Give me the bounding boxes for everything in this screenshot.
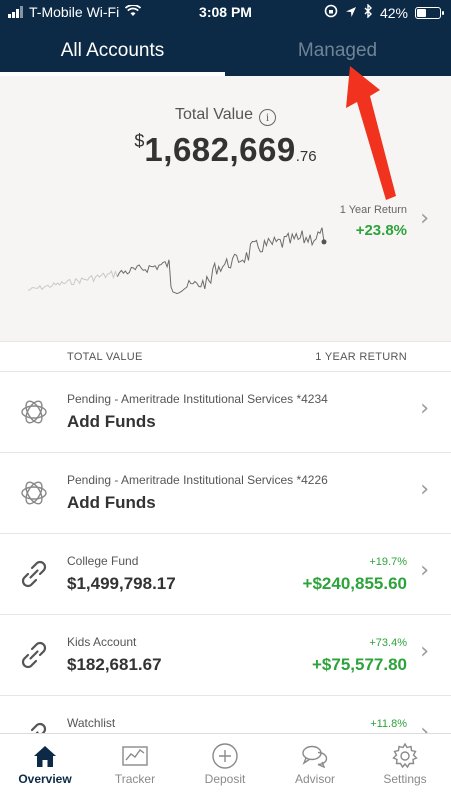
account-return-amount: +$75,577.80 <box>311 655 407 674</box>
account-title: Add Funds <box>67 412 156 431</box>
chevron-right-icon: › <box>420 477 429 502</box>
account-name: Kids Account <box>67 635 137 649</box>
orientation-lock-icon <box>324 4 338 21</box>
account-return-percent: +19.7% <box>369 556 407 568</box>
nav-label: Deposit <box>204 772 246 786</box>
link-icon <box>21 641 47 669</box>
gear-icon <box>392 742 418 769</box>
status-bar: T-Mobile Wi-Fi 3:08 PM 42% <box>0 0 451 26</box>
account-balance: $1,499,798.17 <box>67 574 176 593</box>
chat-bubbles-icon <box>302 745 328 769</box>
battery-icon <box>415 6 444 19</box>
tab-all-accounts[interactable]: All Accounts <box>0 26 225 76</box>
nav-label: Advisor <box>294 772 335 786</box>
total-value-label: Total Value <box>175 106 253 123</box>
annotation-arrow-icon <box>346 66 396 200</box>
nav-advisor[interactable]: Advisor <box>270 734 360 792</box>
nav-overview[interactable]: Overview <box>0 734 90 792</box>
bottom-tab-bar: Overview Tracker Deposit Advisor Setting… <box>0 733 451 792</box>
account-return-amount: +$240,855.60 <box>302 574 407 593</box>
account-balance: $182,681.67 <box>67 655 162 674</box>
bluetooth-icon <box>364 3 373 21</box>
account-name: College Fund <box>67 554 139 568</box>
account-row-college-fund[interactable]: College Fund $1,499,798.17 +19.7% +$240,… <box>0 534 451 615</box>
column-one-year-return: 1 YEAR RETURN <box>315 351 407 363</box>
one-year-return-value: +23.8% <box>355 222 407 239</box>
location-icon <box>345 5 357 21</box>
nav-label: Overview <box>18 772 72 786</box>
nav-tracker[interactable]: Tracker <box>90 734 180 792</box>
account-return-percent: +73.4% <box>369 637 407 649</box>
account-row-kids-account[interactable]: Kids Account $182,681.67 +73.4% +$75,577… <box>0 615 451 696</box>
currency-symbol: $ <box>134 131 145 151</box>
account-row-pending-4226[interactable]: Pending - Ameritrade Institutional Servi… <box>0 453 451 534</box>
nav-label: Tracker <box>114 772 156 786</box>
performance-sparkline[interactable] <box>24 198 330 308</box>
plus-circle-icon <box>212 743 238 769</box>
pending-funds-icon <box>21 481 47 505</box>
column-header: TOTAL VALUE 1 YEAR RETURN <box>0 341 451 372</box>
nav-settings[interactable]: Settings <box>360 734 450 792</box>
chevron-right-icon: › <box>420 396 429 421</box>
account-title: Add Funds <box>67 493 156 512</box>
account-return-percent: +11.8% <box>370 718 407 730</box>
chart-icon <box>122 746 148 766</box>
info-icon[interactable]: i <box>258 109 276 126</box>
one-year-return-label: 1 Year Return <box>339 204 407 216</box>
account-subtitle: Pending - Ameritrade Institutional Servi… <box>67 392 328 406</box>
chevron-right-icon: › <box>420 639 429 664</box>
total-value-cents: .76 <box>295 148 317 165</box>
chevron-right-icon[interactable]: › <box>420 206 429 231</box>
column-total-value: TOTAL VALUE <box>67 351 143 363</box>
nav-label: Settings <box>383 772 427 786</box>
account-subtitle: Pending - Ameritrade Institutional Servi… <box>67 473 328 487</box>
pending-funds-icon <box>21 400 47 424</box>
account-row-pending-4234[interactable]: Pending - Ameritrade Institutional Servi… <box>0 372 451 453</box>
nav-deposit[interactable]: Deposit <box>180 734 270 792</box>
total-value-whole: 1,682,669 <box>144 131 296 168</box>
battery-percent: 42% <box>379 4 408 21</box>
account-name: Watchlist <box>67 716 116 730</box>
link-icon <box>21 560 47 588</box>
home-icon <box>34 746 56 767</box>
chevron-right-icon: › <box>420 558 429 583</box>
